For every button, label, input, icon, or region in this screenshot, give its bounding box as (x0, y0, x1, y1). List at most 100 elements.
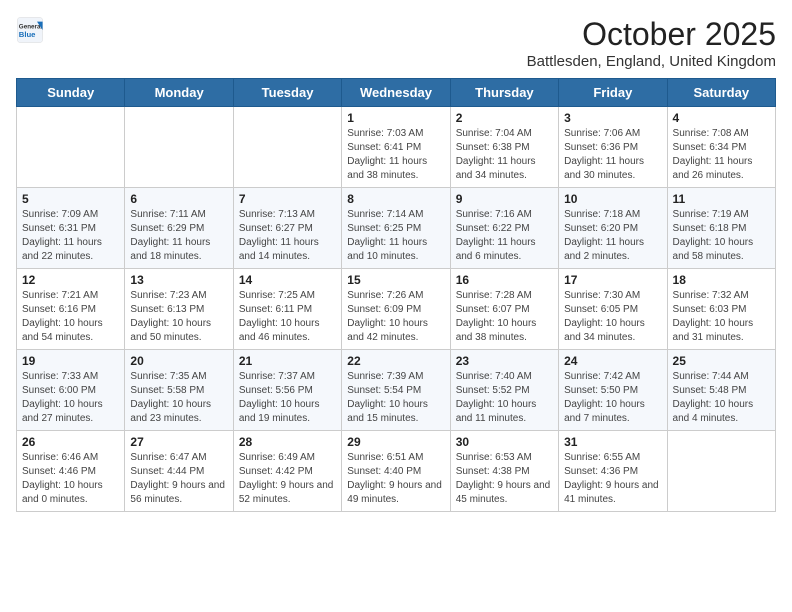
calendar-cell: 17Sunrise: 7:30 AM Sunset: 6:05 PM Dayli… (559, 269, 667, 350)
day-number: 2 (456, 111, 553, 125)
calendar-week-row: 5 Sunrise: 7:09 AM Sunset: 6:31 PM Daylig… (17, 188, 776, 269)
location: Battlesden, England, United Kingdom (527, 53, 776, 70)
calendar-cell: 19 Sunrise: 7:33 AM Sunset: 6:00 PM Dayli… (17, 350, 125, 431)
day-number: 31 (564, 435, 661, 449)
day-info: Sunrise: 7:39 AM Sunset: 5:54 PM Dayligh… (347, 370, 444, 426)
day-info: Sunrise: 7:44 AM Sunset: 5:48 PM Dayligh… (673, 370, 770, 426)
calendar-cell: 22 Sunrise: 7:39 AM Sunset: 5:54 PM Dayli… (342, 350, 450, 431)
day-number: 1 (347, 111, 444, 125)
day-info: Sunrise: 6:51 AM Sunset: 4:40 PM Dayligh… (347, 451, 444, 507)
day-info: Sunrise: 7:26 AM Sunset: 6:09 PM Dayligh… (347, 289, 444, 345)
day-info: Sunrise: 7:40 AM Sunset: 5:52 PM Dayligh… (456, 370, 553, 426)
day-number: 25 (673, 354, 770, 368)
day-number: 19 (22, 354, 119, 368)
calendar-cell: 27 Sunrise: 6:47 AM Sunset: 4:44 PM Dayli… (125, 431, 233, 512)
day-info: Sunrise: 7:19 AM Sunset: 6:18 PM Dayligh… (673, 208, 770, 264)
calendar-cell: 16 Sunrise: 7:28 AM Sunset: 6:07 PM Dayli… (450, 269, 558, 350)
day-info: Sunrise: 7:18 AM Sunset: 6:20 PM Dayligh… (564, 208, 661, 264)
calendar-cell: 13Sunrise: 7:23 AM Sunset: 6:13 PM Dayli… (125, 269, 233, 350)
day-info: Sunrise: 7:13 AM Sunset: 6:27 PM Dayligh… (239, 208, 336, 264)
day-info: Sunrise: 7:32 AM Sunset: 6:03 PM Dayligh… (673, 289, 770, 345)
day-number: 24 (564, 354, 661, 368)
day-number: 10 (564, 192, 661, 206)
calendar-cell: 6 Sunrise: 7:11 AM Sunset: 6:29 PM Daylig… (125, 188, 233, 269)
day-number: 8 (347, 192, 444, 206)
day-number: 4 (673, 111, 770, 125)
calendar-cell: 29 Sunrise: 6:51 AM Sunset: 4:40 PM Dayli… (342, 431, 450, 512)
day-number: 11 (673, 192, 770, 206)
day-number: 7 (239, 192, 336, 206)
calendar-cell: 2 Sunrise: 7:04 AM Sunset: 6:38 PM Daylig… (450, 107, 558, 188)
day-info: Sunrise: 7:30 AM Sunset: 6:05 PM Dayligh… (564, 289, 661, 345)
day-number: 14 (239, 273, 336, 287)
calendar-cell: 20 Sunrise: 7:35 AM Sunset: 5:58 PM Dayli… (125, 350, 233, 431)
day-info: Sunrise: 7:14 AM Sunset: 6:25 PM Dayligh… (347, 208, 444, 264)
day-info: Sunrise: 6:55 AM Sunset: 4:36 PM Dayligh… (564, 451, 661, 507)
day-info: Sunrise: 7:28 AM Sunset: 6:07 PM Dayligh… (456, 289, 553, 345)
day-info: Sunrise: 6:53 AM Sunset: 4:38 PM Dayligh… (456, 451, 553, 507)
title-block: October 2025 Battlesden, England, United… (527, 16, 776, 70)
calendar-cell: 8 Sunrise: 7:14 AM Sunset: 6:25 PM Daylig… (342, 188, 450, 269)
day-number: 6 (130, 192, 227, 206)
day-info: Sunrise: 7:16 AM Sunset: 6:22 PM Dayligh… (456, 208, 553, 264)
day-info: Sunrise: 7:35 AM Sunset: 5:58 PM Dayligh… (130, 370, 227, 426)
calendar-cell: 15 Sunrise: 7:26 AM Sunset: 6:09 PM Dayli… (342, 269, 450, 350)
day-number: 13 (130, 273, 227, 287)
calendar-cell: 23 Sunrise: 7:40 AM Sunset: 5:52 PM Dayli… (450, 350, 558, 431)
calendar-week-row: 12 Sunrise: 7:21 AM Sunset: 6:16 PM Dayli… (17, 269, 776, 350)
day-number: 27 (130, 435, 227, 449)
calendar-cell: 31 Sunrise: 6:55 AM Sunset: 4:36 PM Dayli… (559, 431, 667, 512)
day-number: 18 (673, 273, 770, 287)
day-number: 12 (22, 273, 119, 287)
day-number: 5 (22, 192, 119, 206)
calendar-cell (667, 431, 775, 512)
calendar-cell: 11 Sunrise: 7:19 AM Sunset: 6:18 PM Dayli… (667, 188, 775, 269)
calendar-week-row: 26 Sunrise: 6:46 AM Sunset: 4:46 PM Dayli… (17, 431, 776, 512)
calendar-cell (17, 107, 125, 188)
month-title: October 2025 (527, 16, 776, 53)
weekday-header-monday: Monday (125, 79, 233, 107)
calendar-cell: 12 Sunrise: 7:21 AM Sunset: 6:16 PM Dayli… (17, 269, 125, 350)
calendar-cell: 7 Sunrise: 7:13 AM Sunset: 6:27 PM Daylig… (233, 188, 341, 269)
day-number: 26 (22, 435, 119, 449)
calendar-cell: 9 Sunrise: 7:16 AM Sunset: 6:22 PM Daylig… (450, 188, 558, 269)
calendar-cell: 30Sunrise: 6:53 AM Sunset: 4:38 PM Dayli… (450, 431, 558, 512)
calendar-table: SundayMondayTuesdayWednesdayThursdayFrid… (16, 78, 776, 512)
weekday-header-saturday: Saturday (667, 79, 775, 107)
day-info: Sunrise: 6:46 AM Sunset: 4:46 PM Dayligh… (22, 451, 119, 507)
day-number: 23 (456, 354, 553, 368)
day-info: Sunrise: 7:33 AM Sunset: 6:00 PM Dayligh… (22, 370, 119, 426)
day-info: Sunrise: 6:47 AM Sunset: 4:44 PM Dayligh… (130, 451, 227, 507)
calendar-cell: 28Sunrise: 6:49 AM Sunset: 4:42 PM Dayli… (233, 431, 341, 512)
calendar-cell: 4 Sunrise: 7:08 AM Sunset: 6:34 PM Daylig… (667, 107, 775, 188)
day-number: 29 (347, 435, 444, 449)
logo-icon: General Blue (16, 16, 44, 44)
calendar-cell: 18 Sunrise: 7:32 AM Sunset: 6:03 PM Dayli… (667, 269, 775, 350)
day-number: 16 (456, 273, 553, 287)
day-number: 15 (347, 273, 444, 287)
calendar-cell: 14Sunrise: 7:25 AM Sunset: 6:11 PM Dayli… (233, 269, 341, 350)
day-number: 9 (456, 192, 553, 206)
day-info: Sunrise: 7:42 AM Sunset: 5:50 PM Dayligh… (564, 370, 661, 426)
day-info: Sunrise: 7:04 AM Sunset: 6:38 PM Dayligh… (456, 127, 553, 183)
calendar-cell: 24 Sunrise: 7:42 AM Sunset: 5:50 PM Dayli… (559, 350, 667, 431)
day-info: Sunrise: 7:11 AM Sunset: 6:29 PM Dayligh… (130, 208, 227, 264)
calendar-week-row: 19 Sunrise: 7:33 AM Sunset: 6:00 PM Dayli… (17, 350, 776, 431)
day-number: 3 (564, 111, 661, 125)
weekday-header-friday: Friday (559, 79, 667, 107)
calendar-cell (233, 107, 341, 188)
calendar-cell: 5 Sunrise: 7:09 AM Sunset: 6:31 PM Daylig… (17, 188, 125, 269)
weekday-header-sunday: Sunday (17, 79, 125, 107)
day-info: Sunrise: 7:08 AM Sunset: 6:34 PM Dayligh… (673, 127, 770, 183)
day-info: Sunrise: 7:06 AM Sunset: 6:36 PM Dayligh… (564, 127, 661, 183)
weekday-header-wednesday: Wednesday (342, 79, 450, 107)
day-info: Sunrise: 7:03 AM Sunset: 6:41 PM Dayligh… (347, 127, 444, 183)
day-number: 22 (347, 354, 444, 368)
day-number: 20 (130, 354, 227, 368)
calendar-cell (125, 107, 233, 188)
calendar-cell: 3 Sunrise: 7:06 AM Sunset: 6:36 PM Daylig… (559, 107, 667, 188)
calendar-cell: 21Sunrise: 7:37 AM Sunset: 5:56 PM Dayli… (233, 350, 341, 431)
calendar-cell: 25 Sunrise: 7:44 AM Sunset: 5:48 PM Dayli… (667, 350, 775, 431)
day-info: Sunrise: 7:09 AM Sunset: 6:31 PM Dayligh… (22, 208, 119, 264)
day-info: Sunrise: 7:21 AM Sunset: 6:16 PM Dayligh… (22, 289, 119, 345)
